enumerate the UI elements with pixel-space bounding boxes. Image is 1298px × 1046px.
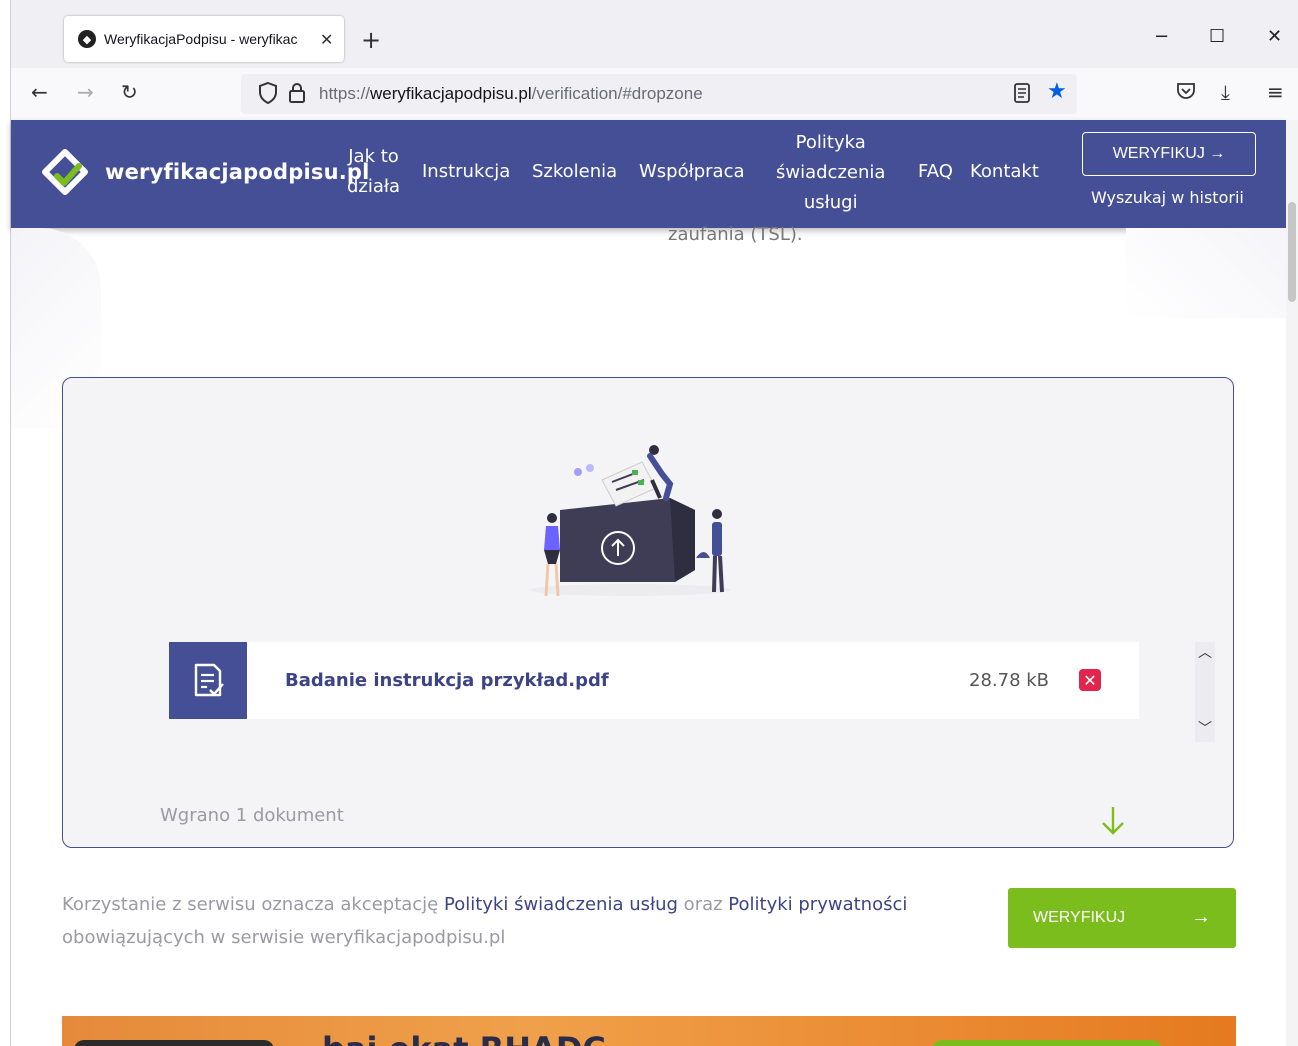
menu-kontakt[interactable]: Kontakt: [970, 157, 1039, 187]
uploaded-count: Wgrano 1 dokument: [160, 805, 344, 826]
navigation-bar: ← → ↻ https://weryfikacjapodpisu.pl/veri…: [11, 68, 1298, 121]
downloads-icon[interactable]: ⤓: [1221, 80, 1230, 104]
banner-pill: [74, 1040, 274, 1046]
menu-instrukcja[interactable]: Instrukcja: [422, 157, 510, 187]
terms-notice: Korzystanie z serwisu oznacza akceptację…: [62, 894, 908, 948]
site-header: weryfikacjapodpisu.pl Jak to działa Instr…: [11, 120, 1286, 228]
chevron-down-icon[interactable]: ﹀: [1198, 718, 1212, 738]
menu-jak-to-dziala[interactable]: Jak to działa: [347, 142, 400, 202]
menu-szkolenia[interactable]: Szkolenia: [532, 157, 617, 187]
verify-button[interactable]: WERYFIKUJ →: [1008, 888, 1236, 948]
site-favicon-icon: ◆: [78, 30, 96, 48]
back-icon[interactable]: ←: [31, 80, 48, 104]
tab-close-icon[interactable]: ✕: [320, 30, 333, 49]
upload-illustration: [520, 440, 740, 614]
maximize-button[interactable]: ☐: [1209, 26, 1225, 47]
service-policy-link[interactable]: Polityki świadczenia usług: [444, 894, 678, 915]
browser-tab[interactable]: ◆ WeryfikacjaPodpisu - weryfikac ✕: [64, 16, 344, 62]
privacy-policy-link[interactable]: Polityki prywatności: [728, 894, 907, 915]
forward-icon[interactable]: →: [77, 80, 94, 104]
scrollbar-thumb[interactable]: [1288, 202, 1296, 302]
lock-icon[interactable]: [287, 81, 307, 109]
banner-button[interactable]: [932, 1040, 1162, 1046]
minimize-button[interactable]: −: [1154, 26, 1169, 47]
promo-banner[interactable]: bai ekat RHADC: [62, 1016, 1236, 1046]
logo-text[interactable]: weryfikacjapodpisu.pl: [105, 160, 370, 184]
tab-title: WeryfikacjaPodpisu - weryfikac: [104, 31, 298, 47]
menu-wspolpraca[interactable]: Współpraca: [639, 157, 745, 187]
search-history-link[interactable]: Wyszukaj w historii: [1091, 188, 1244, 207]
document-check-icon: [169, 642, 247, 719]
close-window-button[interactable]: ✕: [1267, 26, 1282, 47]
page-scrollbar[interactable]: [1286, 120, 1298, 1046]
tab-bar: ◆ WeryfikacjaPodpisu - weryfikac ✕ + − ☐…: [11, 0, 1298, 68]
pocket-icon[interactable]: [1175, 80, 1197, 107]
remove-file-button[interactable]: ✕: [1079, 669, 1101, 691]
url-bar[interactable]: https://weryfikacjapodpisu.pl/verificati…: [241, 74, 1077, 114]
new-tab-button[interactable]: +: [361, 26, 381, 54]
background-decoration: [1126, 228, 1286, 318]
reload-icon[interactable]: ↻: [121, 80, 138, 104]
shield-icon[interactable]: [257, 81, 279, 109]
reader-view-icon[interactable]: [1013, 82, 1031, 108]
file-name: Badanie instrukcja przykład.pdf: [285, 670, 609, 691]
menu-polityka-swiadczenia-uslugi[interactable]: Polityka świadczenia usługi: [776, 128, 885, 218]
chevron-up-icon[interactable]: ︿: [1198, 642, 1212, 662]
url-text[interactable]: https://weryfikacjapodpisu.pl/verificati…: [319, 84, 703, 104]
arrow-down-icon[interactable]: [1100, 805, 1126, 841]
header-verify-button[interactable]: WERYFIKUJ →: [1082, 132, 1256, 176]
logo-icon[interactable]: [39, 148, 91, 204]
menu-icon[interactable]: ≡: [1267, 80, 1284, 104]
bookmark-star-icon[interactable]: ★: [1047, 79, 1067, 104]
intro-text-fragment: zaufania (TSL).: [668, 224, 803, 245]
menu-faq[interactable]: FAQ: [918, 157, 953, 187]
file-size: 28.78 kB: [969, 670, 1050, 691]
arrow-right-icon: →: [1191, 906, 1211, 928]
uploaded-file-row: Badanie instrukcja przykład.pdf 28.78 kB…: [169, 642, 1139, 719]
banner-text: bai ekat RHADC: [322, 1030, 606, 1046]
